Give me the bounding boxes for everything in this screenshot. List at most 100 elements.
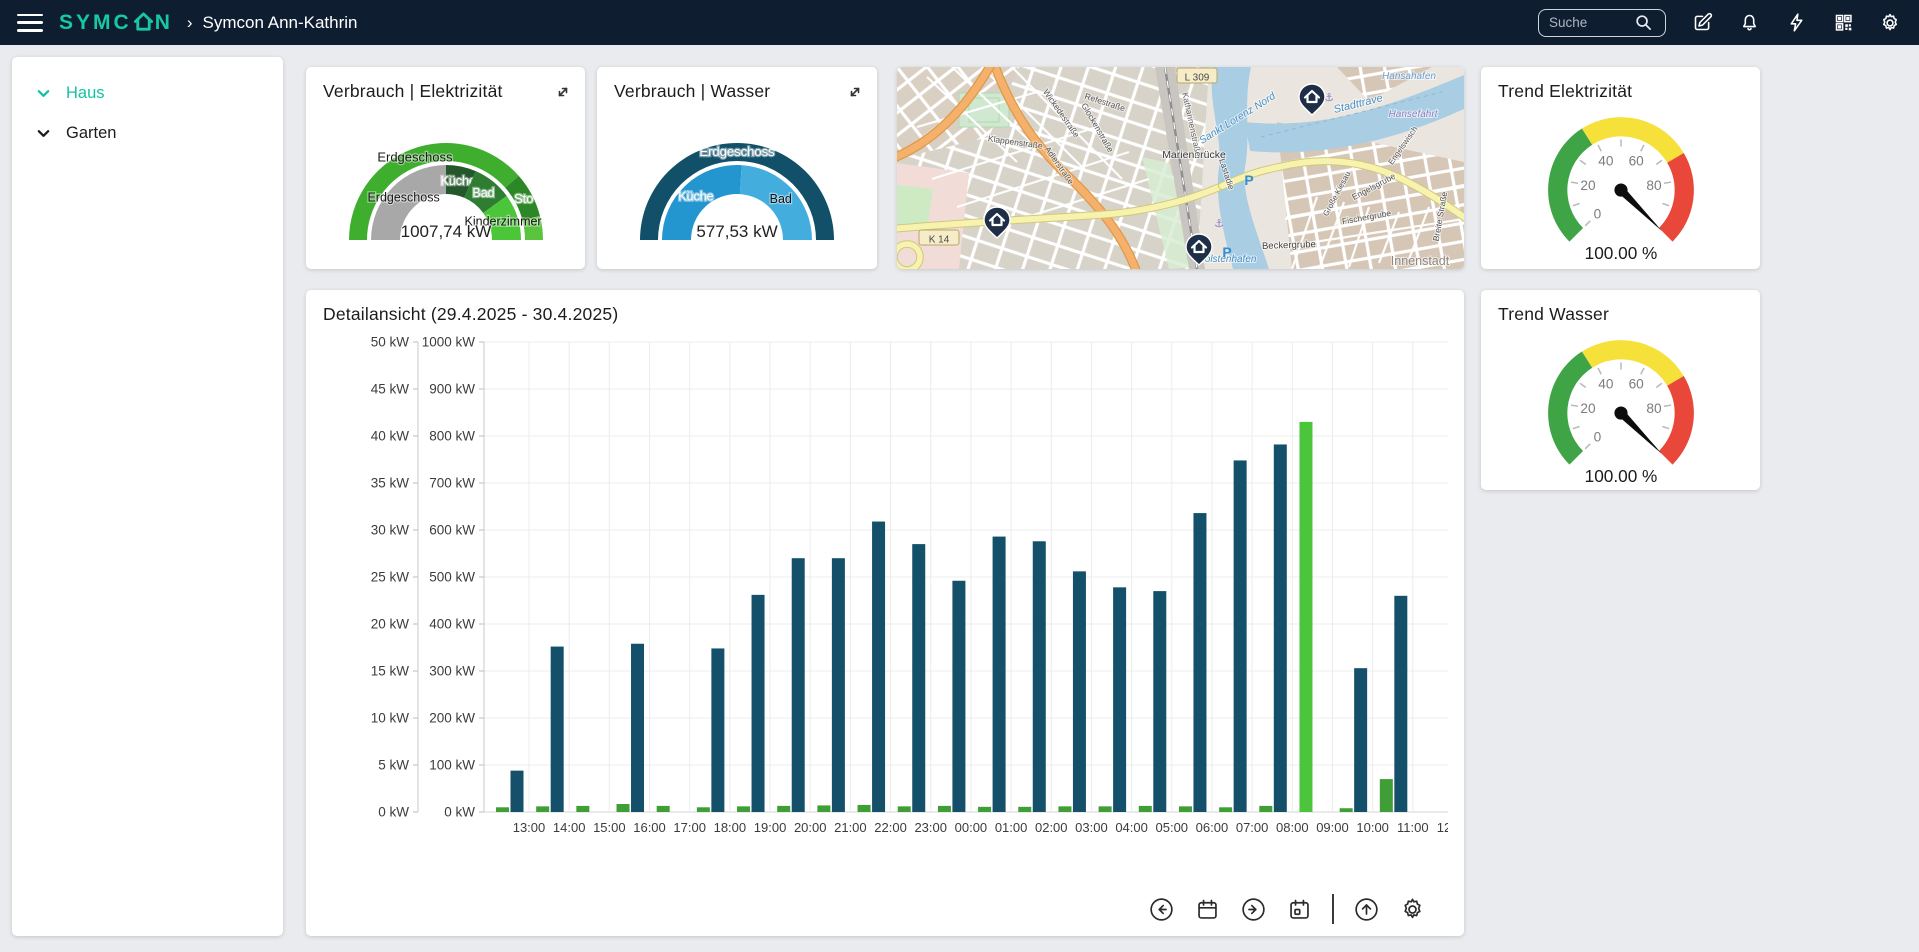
svg-text:40 kW: 40 kW bbox=[371, 429, 410, 444]
export-button[interactable] bbox=[1353, 896, 1380, 923]
svg-text:03:00: 03:00 bbox=[1075, 820, 1108, 835]
search-icon bbox=[1635, 14, 1652, 31]
svg-text:10:00: 10:00 bbox=[1356, 820, 1389, 835]
svg-text:1000 kW: 1000 kW bbox=[422, 335, 476, 350]
actions-icon[interactable] bbox=[1785, 12, 1807, 34]
logo-text-prefix: SYMC bbox=[59, 11, 132, 35]
search-box[interactable] bbox=[1538, 9, 1666, 37]
sidebar-item-garten[interactable]: Garten bbox=[12, 113, 283, 153]
logo-text-suffix: N bbox=[155, 11, 173, 35]
svg-text:19:00: 19:00 bbox=[754, 820, 787, 835]
svg-text:15 kW: 15 kW bbox=[371, 664, 410, 679]
map-widget[interactable]: L 309K 14MarienbrückeSankt Lorenz NordSt… bbox=[897, 67, 1464, 269]
menu-icon[interactable] bbox=[17, 14, 43, 32]
card-title: Verbrauch | Elektrizität bbox=[323, 81, 503, 102]
trend-elektrizitaet-gauge: 020406080100.00 % bbox=[1521, 105, 1721, 267]
sidebar-item-label: Garten bbox=[66, 124, 116, 143]
svg-text:L 309: L 309 bbox=[1185, 73, 1210, 84]
svg-text:09:00: 09:00 bbox=[1316, 820, 1349, 835]
svg-text:50 kW: 50 kW bbox=[371, 335, 410, 350]
calendar-button[interactable] bbox=[1194, 896, 1221, 923]
next-period-button[interactable] bbox=[1240, 896, 1267, 923]
detail-bar-chart: 0 kW0 kW5 kW100 kW10 kW200 kW15 kW300 kW… bbox=[322, 334, 1448, 858]
previous-period-button[interactable] bbox=[1148, 896, 1175, 923]
svg-text:0 kW: 0 kW bbox=[444, 805, 475, 820]
svg-text:21:00: 21:00 bbox=[834, 820, 867, 835]
map-label: Innenstadt bbox=[1391, 254, 1450, 268]
card-title: Trend Elektrizität bbox=[1498, 81, 1632, 102]
map-label: Beckergrube bbox=[1262, 239, 1316, 252]
svg-text:60: 60 bbox=[1628, 376, 1644, 391]
svg-text:20: 20 bbox=[1580, 178, 1596, 193]
svg-text:17:00: 17:00 bbox=[673, 820, 706, 835]
svg-text:25 kW: 25 kW bbox=[371, 570, 410, 585]
svg-text:600 kW: 600 kW bbox=[429, 523, 475, 538]
symcon-logo[interactable]: SYMC N bbox=[59, 11, 173, 35]
svg-text:20 kW: 20 kW bbox=[371, 617, 410, 632]
svg-text:11:00: 11:00 bbox=[1397, 820, 1429, 835]
road-badge: L 309 bbox=[1177, 68, 1217, 84]
svg-text:00:00: 00:00 bbox=[955, 820, 988, 835]
svg-text:16:00: 16:00 bbox=[633, 820, 666, 835]
expand-icon[interactable] bbox=[555, 84, 571, 100]
calendar-day-button[interactable] bbox=[1286, 896, 1313, 923]
svg-text:01:00: 01:00 bbox=[995, 820, 1028, 835]
expand-icon[interactable] bbox=[847, 84, 863, 100]
chart-settings-button[interactable] bbox=[1399, 896, 1426, 923]
svg-text:Erdgeschoss: Erdgeschoss bbox=[377, 150, 453, 165]
card-detailansicht: Detailansicht (29.4.2025 - 30.4.2025) 0 … bbox=[306, 290, 1464, 936]
qr-code-icon[interactable] bbox=[1832, 12, 1854, 34]
svg-text:Erdgeschoss: Erdgeschoss bbox=[367, 191, 439, 205]
svg-text:10 kW: 10 kW bbox=[371, 711, 410, 726]
svg-text:04:00: 04:00 bbox=[1115, 820, 1148, 835]
svg-text:06:00: 06:00 bbox=[1196, 820, 1229, 835]
card-verbrauch-elektrizitaet: Verbrauch | Elektrizität Erdgeschoss Sto E… bbox=[306, 67, 585, 269]
svg-text:60: 60 bbox=[1628, 153, 1644, 168]
card-verbrauch-wasser: Verbrauch | Wasser ErdgeschossKücheBad57… bbox=[597, 67, 877, 269]
search-input[interactable] bbox=[1549, 15, 1635, 30]
svg-text:400 kW: 400 kW bbox=[429, 617, 475, 632]
anchor-symbol: ⚓ bbox=[1214, 218, 1224, 230]
svg-text:15:00: 15:00 bbox=[593, 820, 626, 835]
svg-text:23:00: 23:00 bbox=[914, 820, 947, 835]
svg-text:577,53 kW: 577,53 kW bbox=[696, 222, 777, 241]
sidebar-item-label: Haus bbox=[66, 84, 105, 103]
edit-icon[interactable] bbox=[1691, 12, 1713, 34]
svg-text:14:00: 14:00 bbox=[553, 820, 586, 835]
svg-text:Küche: Küche bbox=[678, 189, 713, 203]
wasser-gauge: ErdgeschossKücheBad577,53 kW bbox=[607, 113, 867, 249]
svg-text:07:00: 07:00 bbox=[1236, 820, 1269, 835]
svg-text:Sto: Sto bbox=[514, 191, 534, 206]
svg-text:40: 40 bbox=[1598, 153, 1614, 168]
svg-text:80: 80 bbox=[1646, 178, 1662, 193]
svg-text:40: 40 bbox=[1598, 376, 1614, 391]
svg-text:100 kW: 100 kW bbox=[429, 758, 475, 773]
svg-text:05:00: 05:00 bbox=[1156, 820, 1189, 835]
svg-text:200 kW: 200 kW bbox=[429, 711, 475, 726]
chevron-down-icon bbox=[36, 86, 51, 101]
notifications-icon[interactable] bbox=[1738, 12, 1760, 34]
svg-text:5 kW: 5 kW bbox=[378, 758, 409, 773]
svg-text:0: 0 bbox=[1593, 430, 1601, 445]
svg-text:800 kW: 800 kW bbox=[429, 429, 475, 444]
map-graphic: L 309K 14MarienbrückeSankt Lorenz NordSt… bbox=[897, 67, 1464, 269]
sidebar-item-haus[interactable]: Haus bbox=[12, 73, 283, 113]
settings-icon[interactable] bbox=[1879, 12, 1901, 34]
svg-text:Bad: Bad bbox=[472, 186, 494, 200]
svg-text:900 kW: 900 kW bbox=[429, 382, 475, 397]
svg-text:02:00: 02:00 bbox=[1035, 820, 1068, 835]
card-title: Trend Wasser bbox=[1498, 304, 1609, 325]
svg-text:35 kW: 35 kW bbox=[371, 476, 410, 491]
card-trend-wasser: Trend Wasser 020406080100.00 % bbox=[1481, 290, 1760, 490]
svg-text:500 kW: 500 kW bbox=[429, 570, 475, 585]
chart-toolbar bbox=[1148, 894, 1426, 924]
parking-symbol: P bbox=[1244, 172, 1253, 188]
parking-symbol: P bbox=[1222, 244, 1231, 260]
svg-text:100.00 %: 100.00 % bbox=[1584, 243, 1657, 263]
svg-text:13:00: 13:00 bbox=[513, 820, 546, 835]
svg-text:30 kW: 30 kW bbox=[371, 523, 410, 538]
trend-wasser-gauge: 020406080100.00 % bbox=[1521, 328, 1721, 490]
svg-text:08:00: 08:00 bbox=[1276, 820, 1309, 835]
svg-text:12:00: 12:00 bbox=[1437, 820, 1448, 835]
chevron-down-icon bbox=[36, 126, 51, 141]
